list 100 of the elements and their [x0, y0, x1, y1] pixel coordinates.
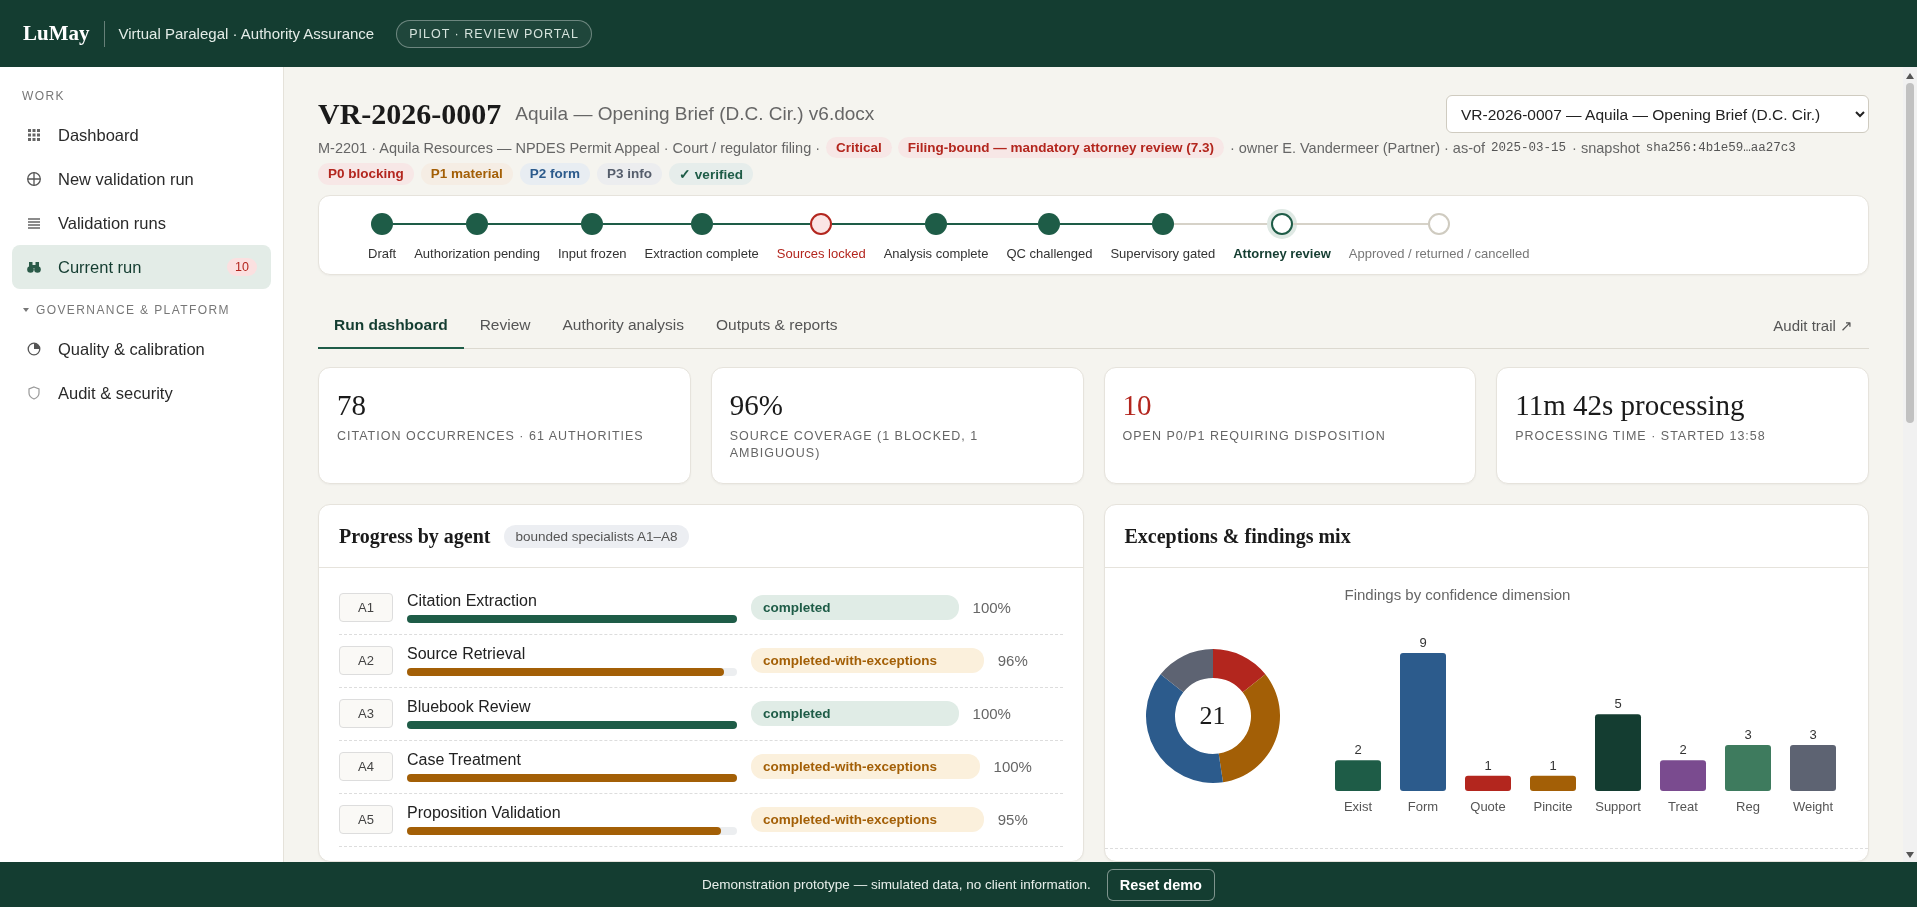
axis-label: Exist	[1343, 799, 1372, 814]
meta-text: M-2201 · Aquila Resources — NPDES Permit Appeal · Court / regulator filing ·	[318, 139, 821, 156]
nav-item[interactable]: Quality & calibration	[12, 327, 271, 371]
agent-id: A2	[339, 646, 393, 675]
step-label: Sources locked	[775, 246, 867, 261]
nav-item[interactable]: Validation runs	[12, 201, 271, 245]
section-heading: GOVERNANCE & PLATFORM	[36, 303, 230, 317]
nav-item[interactable]: Dashboard	[12, 113, 271, 157]
stat-label: OPEN P0/P1 REQUIRING DISPOSITION	[1122, 427, 1387, 445]
agent-id: A4	[339, 752, 393, 781]
agent-name: Bluebook Review	[407, 698, 532, 716]
file-name: Aquila — Opening Brief (D.C. Cir.) v6.docx	[515, 103, 876, 125]
meta-code: 2025-03-15	[1491, 140, 1567, 155]
scrollbar-thumb[interactable]	[1906, 83, 1914, 423]
stat-value: 96%	[729, 390, 784, 422]
bar-value: 2	[1353, 742, 1362, 758]
panel-title: Exceptions & findings mix	[1124, 524, 1351, 548]
axis-label: Pincite	[1533, 799, 1572, 814]
nav-item[interactable]: Audit & security	[12, 371, 271, 415]
status-tag: completed-with-exceptions	[751, 648, 984, 673]
agent-id: A5	[339, 805, 393, 834]
count-badge: 10	[227, 258, 257, 276]
percent-text: 96%	[997, 652, 1029, 669]
meta-text: · snapshot	[1572, 139, 1640, 156]
tab[interactable]: Run dashboard	[318, 303, 464, 349]
status-tag: completed	[751, 701, 959, 726]
axis-label: Quote	[1469, 799, 1506, 814]
tab[interactable]: Outputs & reports	[700, 303, 854, 349]
stat-value: 78	[337, 390, 367, 422]
donut-total: 21	[1199, 701, 1226, 731]
step-label: Supervisory gated	[1109, 246, 1217, 261]
footer-notice: Demonstration prototype — simulated data, no client information.	[702, 877, 1091, 892]
bar-value: 9	[1418, 635, 1427, 650]
stat-value: 10	[1122, 390, 1153, 422]
severity-tag: P0 blocking	[318, 163, 414, 185]
severity-tag: P1 material	[420, 163, 513, 185]
bar-value: 2	[1678, 742, 1687, 758]
agent-id: A3	[339, 699, 393, 728]
chart-title: Findings by confidence dimension	[1344, 586, 1571, 603]
bar-value: 5	[1613, 696, 1622, 712]
bar-value: 1	[1483, 757, 1492, 773]
reset-demo-button[interactable]: Reset demo	[1106, 868, 1215, 901]
percent-text: 100%	[972, 599, 1012, 616]
stat-label: CITATION OCCURRENCES · 61 AUTHORITIES	[337, 427, 645, 445]
stat-value: 11m 42s processing	[1515, 390, 1746, 422]
bar-value: 3	[1808, 727, 1817, 742]
nav-item[interactable]: Current run 10	[12, 245, 271, 289]
percent-text: 100%	[993, 758, 1033, 775]
meta-text: · owner E. Vandermeer (Partner) · as-of	[1229, 139, 1486, 156]
binoculars-icon	[26, 259, 42, 275]
step-label: Draft	[367, 246, 398, 261]
axis-label: Treat	[1667, 799, 1698, 814]
grid-icon	[26, 127, 42, 143]
axis-label: Support	[1594, 799, 1641, 814]
app-subtitle: Virtual Paralegal · Authority Assurance	[118, 25, 375, 42]
step-label: Extraction complete	[643, 246, 760, 261]
stat-label: PROCESSING TIME · STARTED 13:58	[1515, 427, 1767, 445]
step-label: Analysis complete	[882, 246, 990, 261]
tab[interactable]: Authority analysis	[546, 303, 700, 349]
run-id: VR-2026-0007	[318, 97, 502, 131]
portal-badge: PILOT · REVIEW PORTAL	[396, 19, 592, 48]
run-selector[interactable]: VR-2026-0007 — Aquila — Opening Brief (D.C. Cir.)	[1446, 95, 1869, 133]
axis-label: Weight	[1792, 799, 1833, 814]
meta-code: sha256:4b1e59…aa27c3	[1645, 140, 1796, 155]
stat-label: SOURCE COVERAGE (1 BLOCKED, 1 AMBIGUOUS)	[729, 427, 980, 462]
agent-id: A1	[339, 593, 393, 622]
agent-name: Proposition Validation	[407, 804, 562, 822]
step-label: Input frozen	[556, 246, 628, 261]
status-tag: completed-with-exceptions	[751, 807, 984, 832]
agent-name: Citation Extraction	[407, 592, 538, 610]
agent-name: Case Treatment	[407, 751, 522, 769]
step-label: QC challenged	[1005, 246, 1094, 261]
audit-trail-link[interactable]: Audit trail ↗	[1773, 303, 1869, 348]
severity-tag: ✓ verified	[669, 163, 753, 185]
scope-tag: bounded specialists A1–A8	[504, 524, 689, 548]
percent-text: 95%	[997, 811, 1029, 828]
severity-tag: P2 form	[519, 163, 591, 185]
status-tag: completed	[751, 595, 959, 620]
status-tag: completed-with-exceptions	[751, 754, 980, 779]
panel-title: Progress by agent	[339, 524, 491, 548]
pie-chart-icon	[26, 341, 42, 357]
status-tag: Critical	[826, 137, 892, 158]
axis-label: Form	[1407, 799, 1438, 814]
step-label: Approved / returned / cancelled	[1347, 246, 1531, 261]
tab[interactable]: Review	[463, 303, 547, 349]
scroll-up-icon	[1906, 73, 1914, 79]
app-logo[interactable]: LuMay	[23, 21, 90, 46]
scroll-down-icon	[1906, 852, 1914, 858]
step-label: Authorization pending	[413, 246, 541, 261]
agent-name: Source Retrieval	[407, 645, 527, 663]
nav-item[interactable]: New validation run	[12, 157, 271, 201]
add-circle-icon	[26, 171, 42, 187]
severity-tag: P3 info	[597, 163, 663, 185]
shield-icon	[26, 385, 42, 401]
step-label: Attorney review	[1232, 246, 1332, 261]
percent-text: 100%	[972, 705, 1012, 722]
bar-value: 1	[1548, 757, 1557, 773]
bar-value: 3	[1743, 727, 1752, 742]
axis-label: Reg	[1735, 799, 1760, 814]
section-heading: WORK	[22, 89, 65, 103]
